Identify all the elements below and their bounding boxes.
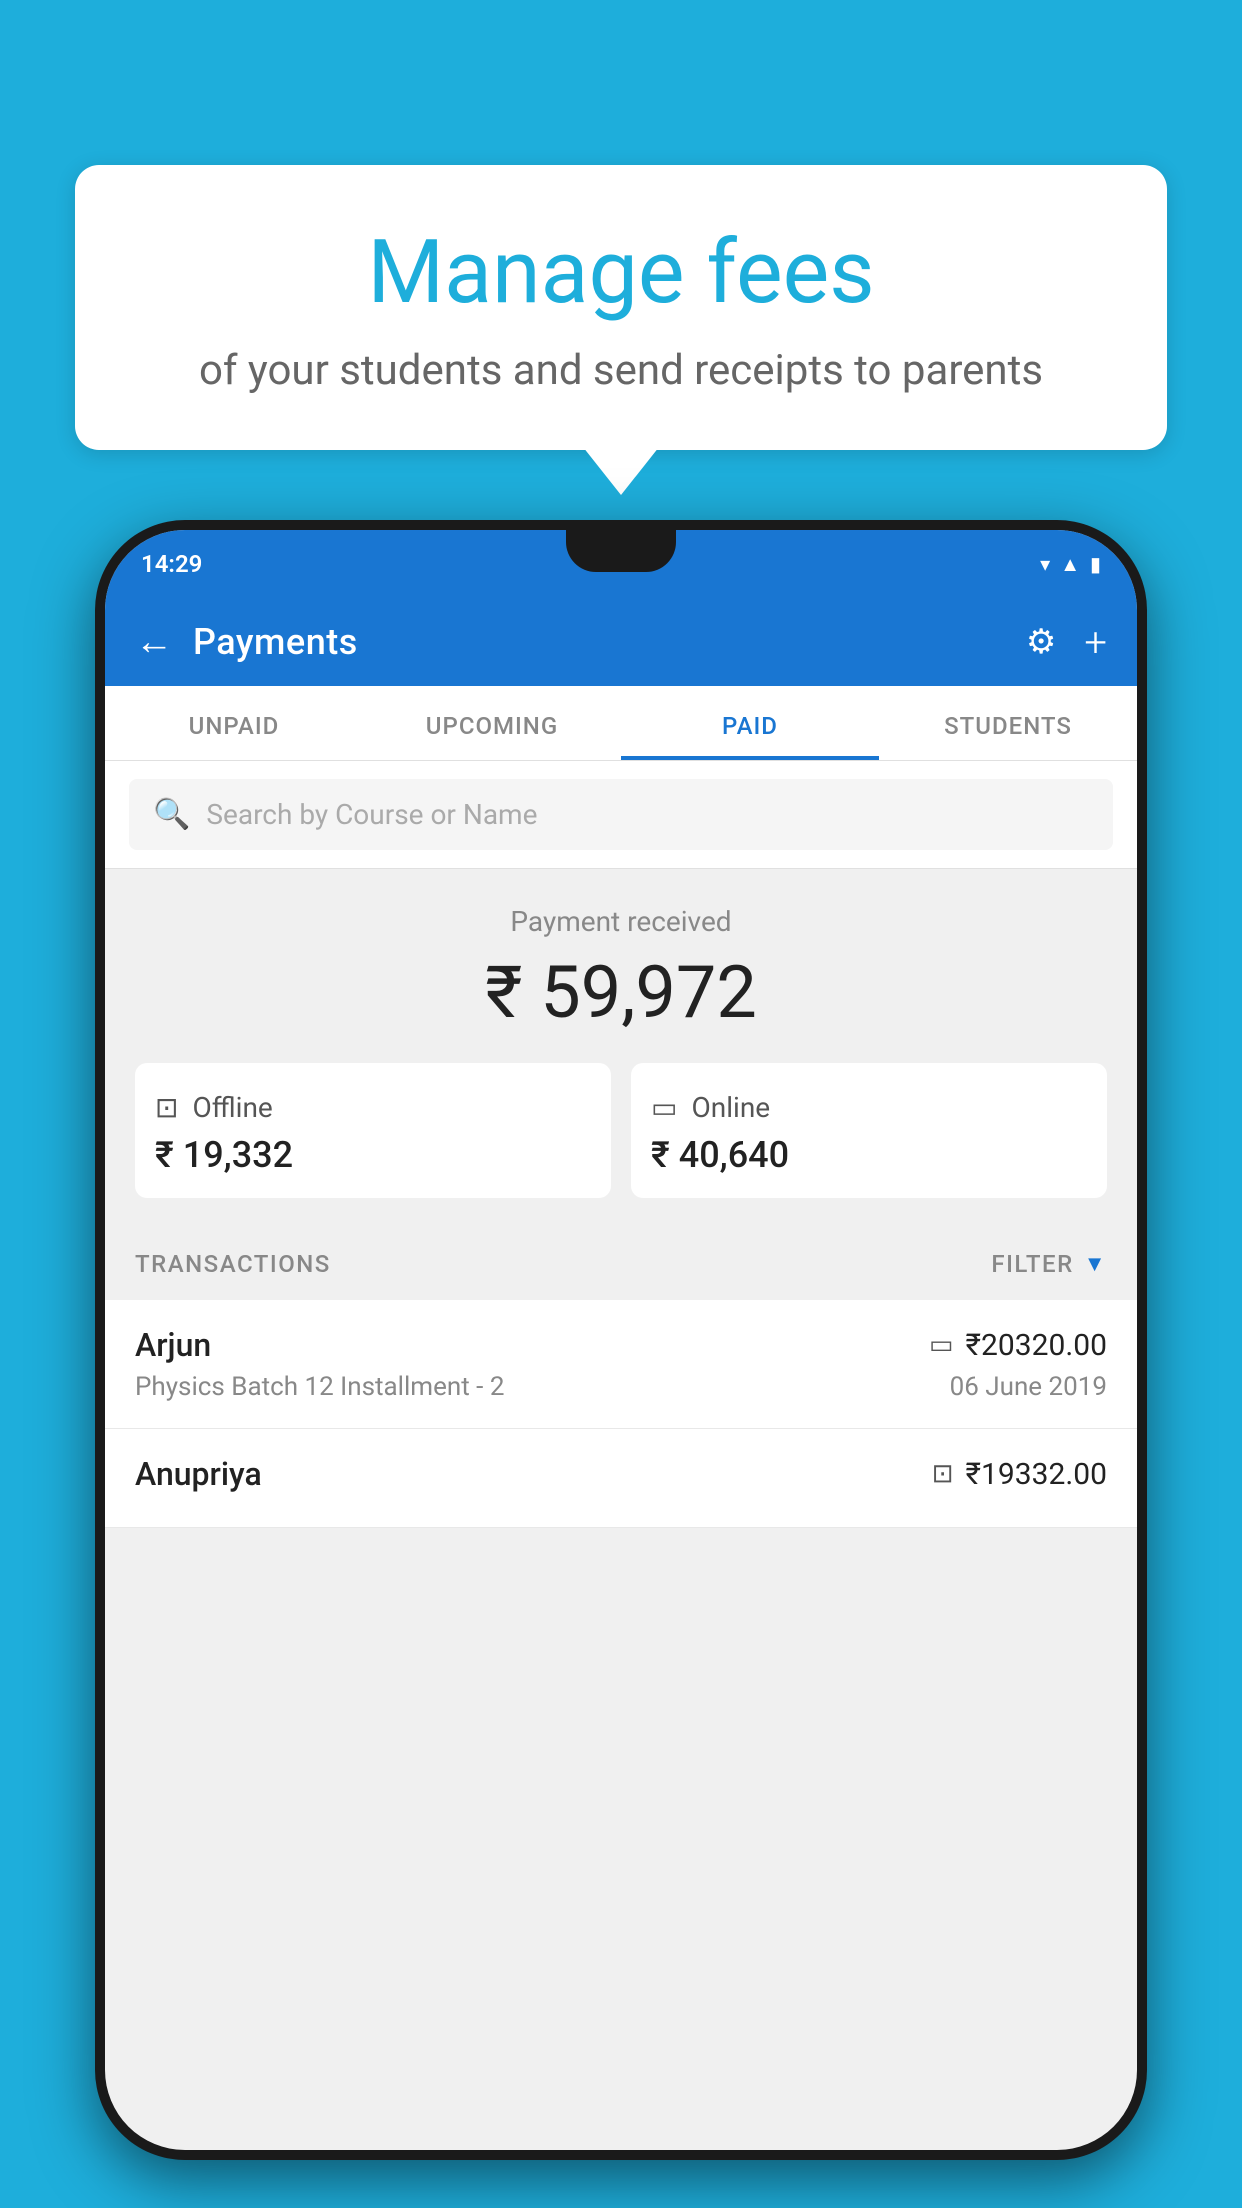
tab-students[interactable]: STUDENTS bbox=[879, 686, 1137, 760]
transaction-top: Anupriya ⊡ ₹19332.00 bbox=[135, 1455, 1107, 1493]
transaction-row[interactable]: Arjun ▭ ₹20320.00 Physics Batch 12 Insta… bbox=[105, 1300, 1137, 1429]
status-time: 14:29 bbox=[141, 550, 202, 578]
transaction-bottom: Physics Batch 12 Installment - 2 06 June… bbox=[135, 1372, 1107, 1402]
app-bar-icons: ⚙ + bbox=[1026, 619, 1107, 666]
speech-bubble: Manage fees of your students and send re… bbox=[75, 165, 1167, 450]
phone-outer: 14:29 ▾ ▲ ▮ ← Payments ⚙ + UNPAID UPCO bbox=[95, 520, 1147, 2160]
transaction-top: Arjun ▭ ₹20320.00 bbox=[135, 1326, 1107, 1364]
offline-card-header: ⊡ Offline bbox=[155, 1091, 591, 1124]
online-type-label: Online bbox=[691, 1091, 770, 1124]
transaction-row[interactable]: Anupriya ⊡ ₹19332.00 bbox=[105, 1429, 1137, 1528]
online-icon: ▭ bbox=[651, 1091, 677, 1124]
payment-received-label: Payment received bbox=[135, 905, 1107, 938]
payment-cards: ⊡ Offline ₹ 19,332 ▭ Online ₹ 40,640 bbox=[135, 1063, 1107, 1198]
signal-icon: ▲ bbox=[1060, 552, 1080, 577]
search-bar: 🔍 Search by Course or Name bbox=[105, 761, 1137, 869]
bubble-subtitle: of your students and send receipts to pa… bbox=[115, 346, 1127, 395]
online-amount: ₹ 40,640 bbox=[651, 1134, 1087, 1176]
search-placeholder: Search by Course or Name bbox=[206, 798, 537, 831]
phone-screen: 14:29 ▾ ▲ ▮ ← Payments ⚙ + UNPAID UPCO bbox=[105, 530, 1137, 2150]
card-payment-icon: ▭ bbox=[929, 1330, 954, 1360]
battery-icon: ▮ bbox=[1090, 552, 1101, 576]
filter-label: FILTER bbox=[991, 1250, 1073, 1278]
search-input-container[interactable]: 🔍 Search by Course or Name bbox=[129, 779, 1113, 850]
tab-paid[interactable]: PAID bbox=[621, 686, 879, 760]
transaction-date: 06 June 2019 bbox=[950, 1372, 1107, 1402]
filter-button[interactable]: FILTER ▼ bbox=[991, 1250, 1107, 1278]
online-card-header: ▭ Online bbox=[651, 1091, 1087, 1124]
settings-icon[interactable]: ⚙ bbox=[1026, 622, 1056, 662]
search-icon: 🔍 bbox=[153, 797, 190, 832]
transaction-amount-area: ⊡ ₹19332.00 bbox=[932, 1457, 1107, 1492]
status-icons: ▾ ▲ ▮ bbox=[1040, 552, 1101, 577]
transaction-amount: ₹20320.00 bbox=[966, 1328, 1107, 1363]
transaction-amount: ₹19332.00 bbox=[966, 1457, 1107, 1492]
payment-total-amount: ₹ 59,972 bbox=[135, 950, 1107, 1035]
payment-received-section: Payment received ₹ 59,972 ⊡ Offline ₹ 19… bbox=[105, 869, 1137, 1228]
app-bar: ← Payments ⚙ + bbox=[105, 598, 1137, 686]
offline-payment-icon: ⊡ bbox=[932, 1459, 954, 1489]
app-bar-title: Payments bbox=[193, 621, 1006, 663]
transactions-header: TRANSACTIONS FILTER ▼ bbox=[105, 1228, 1137, 1300]
offline-card: ⊡ Offline ₹ 19,332 bbox=[135, 1063, 611, 1198]
back-button[interactable]: ← bbox=[135, 620, 173, 664]
offline-type-label: Offline bbox=[192, 1091, 272, 1124]
transaction-amount-area: ▭ ₹20320.00 bbox=[929, 1328, 1107, 1363]
phone-wrapper: 14:29 ▾ ▲ ▮ ← Payments ⚙ + UNPAID UPCO bbox=[95, 520, 1147, 2208]
wifi-icon: ▾ bbox=[1040, 552, 1050, 576]
online-card: ▭ Online ₹ 40,640 bbox=[631, 1063, 1107, 1198]
transactions-label: TRANSACTIONS bbox=[135, 1250, 331, 1278]
bubble-title: Manage fees bbox=[115, 225, 1127, 322]
tab-upcoming[interactable]: UPCOMING bbox=[363, 686, 621, 760]
transaction-name: Anupriya bbox=[135, 1455, 262, 1493]
filter-icon: ▼ bbox=[1084, 1251, 1107, 1277]
transaction-name: Arjun bbox=[135, 1326, 211, 1364]
offline-amount: ₹ 19,332 bbox=[155, 1134, 591, 1176]
tab-unpaid[interactable]: UNPAID bbox=[105, 686, 363, 760]
offline-icon: ⊡ bbox=[155, 1091, 178, 1124]
add-icon[interactable]: + bbox=[1084, 619, 1107, 666]
tabs-bar: UNPAID UPCOMING PAID STUDENTS bbox=[105, 686, 1137, 761]
status-bar: 14:29 ▾ ▲ ▮ bbox=[105, 530, 1137, 598]
transaction-course: Physics Batch 12 Installment - 2 bbox=[135, 1372, 504, 1402]
